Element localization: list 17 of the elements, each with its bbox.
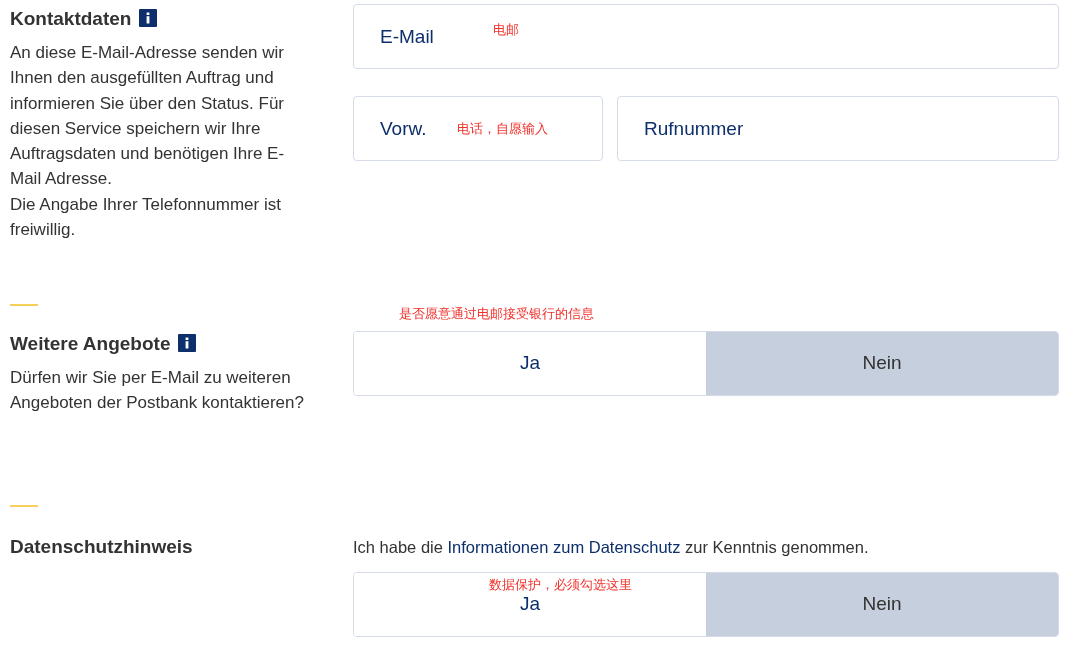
input-field[interactable]: Rufnummer <box>617 96 1059 161</box>
description-text: An diese E-Mail-Adresse senden wir Ihnen den ausgefüllten Auftrag und informieren Sie über den Status. Für diesen Service speichern wir Ihre Auftragsdaten und benötigen Ihre E-Mail Adresse. <box>10 42 286 191</box>
annotation-note: 是否愿意通过电邮接受银行的信息 <box>399 307 594 320</box>
description-text: Die Angabe Ihrer Telefonnummer ist freiwillig. <box>10 193 282 242</box>
section-title: Kontaktdaten <box>10 8 132 29</box>
annotation-note: 电话，自愿输入 <box>457 122 548 135</box>
choice-option[interactable]: Nein <box>706 332 1058 395</box>
info-icon[interactable] <box>178 334 197 352</box>
privacy-link[interactable]: Informationen zum Datenschutz <box>447 538 681 556</box>
annotation-note: 数据保护，必须勾选这里 <box>489 578 632 591</box>
privacy-notice: Ich habe die Informationen zum Datenschutz zur Kenntnis genommen. <box>353 537 870 558</box>
section-title: Datenschutzhinweis <box>10 536 193 557</box>
section-title: Weitere Angebote <box>10 333 171 354</box>
info-icon[interactable] <box>139 9 158 27</box>
description-text: Dürfen wir Sie per E-Mail zu weiteren Angeboten der Postbank kontaktieren? <box>10 367 305 415</box>
annotation-note: 电邮 <box>493 23 519 36</box>
choice-option[interactable]: Nein <box>706 573 1058 636</box>
